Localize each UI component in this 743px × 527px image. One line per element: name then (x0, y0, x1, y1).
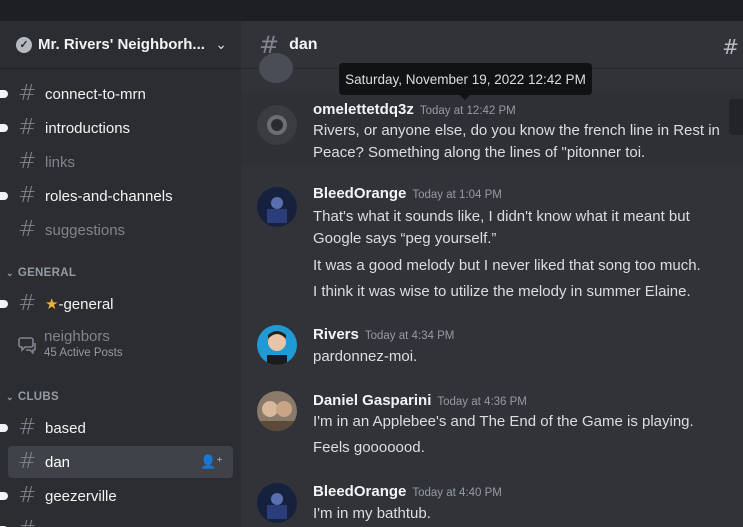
category-label: CLUBS (17, 391, 59, 403)
message-text: pardonnez-moi. (313, 348, 418, 365)
hash-icon: # (18, 519, 43, 527)
timestamp[interactable]: Today at 4:34 PM (365, 330, 455, 342)
star-emoji-icon: ★ (45, 296, 59, 313)
add-member-icon[interactable]: 👤⁺ (200, 454, 223, 470)
channel-dan[interactable]: # dan 👤⁺ (8, 446, 233, 478)
avatar (259, 53, 293, 83)
channel-label: roles-and-channels (45, 187, 173, 205)
channel-title: dan (289, 35, 318, 53)
unread-indicator (0, 124, 8, 132)
chat-area: # dan # omelettetdq3z Today at 12:42 PM R… (241, 21, 743, 527)
hash-icon: # (18, 115, 37, 140)
channel-label: suggestions (45, 221, 126, 239)
category-clubs[interactable]: ⌄ CLUBS (6, 391, 59, 403)
channel-geezerville[interactable]: # geezerville (0, 480, 233, 512)
threads-icon[interactable]: # (722, 35, 739, 59)
server-name: Mr. Rivers' Neighborh... (38, 36, 205, 53)
message-text: It was a good melody but I never liked t… (313, 257, 701, 274)
username[interactable]: Rivers (313, 326, 359, 343)
forum-name: neighbors (44, 328, 110, 345)
channel-introductions[interactable]: # introductions (0, 112, 233, 144)
hash-icon: # (18, 449, 37, 474)
hash-icon: # (18, 415, 37, 440)
avatar[interactable] (257, 105, 297, 145)
channel-sidebar: ✓ Mr. Rivers' Neighborh... ⌄ # connect-t… (0, 21, 241, 527)
avatar[interactable] (257, 187, 297, 227)
message-text: I'm in my bathtub. (313, 505, 431, 522)
channel-connect-to-mrn[interactable]: # connect-to-mrn (0, 78, 233, 110)
avatar[interactable] (257, 325, 297, 365)
verified-badge-icon: ✓ (16, 36, 32, 53)
message-text: Rivers, or anyone else, do you know the … (313, 122, 720, 139)
message-text: That's what it sounds like, I didn't kno… (313, 208, 690, 225)
channel-label: based (45, 419, 86, 437)
title-bar (0, 0, 743, 21)
message[interactable]: Rivers Today at 4:34 PM pardonnez-moi. (241, 321, 743, 373)
message-text: I'm in an Applebee's and The End of the … (313, 413, 694, 430)
hash-icon: # (18, 291, 37, 316)
chevron-down-icon: ⌄ (6, 391, 14, 402)
unread-indicator (0, 90, 8, 98)
scroll-handle[interactable] (729, 99, 743, 135)
username[interactable]: BleedOrange (313, 185, 406, 202)
channel-label: links (45, 153, 76, 171)
channel-suggestions[interactable]: # suggestions (8, 214, 233, 246)
category-general[interactable]: ⌄ GENERAL (6, 267, 76, 279)
timestamp[interactable]: Today at 4:40 PM (412, 487, 502, 499)
unread-indicator (0, 424, 8, 432)
channel-label: geezerville (45, 487, 117, 505)
username[interactable]: Daniel Gasparini (313, 392, 431, 409)
category-label: GENERAL (17, 267, 77, 279)
message-text: Feels gooooood. (313, 439, 425, 456)
message[interactable]: omelettetdq3z Today at 12:42 PM Rivers, o… (241, 93, 743, 165)
hash-icon: # (18, 217, 37, 242)
message-text: Peace? Something along the lines of "pit… (313, 144, 646, 161)
channel-next[interactable]: # (0, 514, 233, 527)
channel-label: -general (58, 296, 114, 313)
message[interactable]: BleedOrange Today at 4:40 PM I'm in my ba… (241, 479, 743, 527)
channel-label: connect-to-mrn (45, 85, 146, 103)
avatar[interactable] (257, 391, 297, 431)
channel-roles-and-channels[interactable]: # roles-and-channels (0, 180, 233, 212)
hash-icon: # (18, 149, 37, 174)
avatar[interactable] (257, 483, 297, 523)
username[interactable]: BleedOrange (313, 483, 406, 500)
channel-header: # dan # (241, 21, 743, 69)
channel-label: introductions (45, 119, 131, 137)
forum-neighbors[interactable]: neighbors 45 Active Posts (18, 328, 123, 359)
timestamp-tooltip: Saturday, November 19, 2022 12:42 PM (339, 63, 592, 100)
unread-indicator (0, 492, 8, 500)
message-text: I think it was wise to utilize the melod… (313, 283, 691, 300)
chevron-down-icon[interactable]: ⌄ (215, 36, 227, 53)
channel-links[interactable]: # links (8, 146, 233, 178)
hash-icon: # (18, 483, 37, 508)
chevron-down-icon: ⌄ (6, 267, 14, 278)
channel-general[interactable]: # ★-general (0, 288, 233, 320)
channel-label: dan (45, 453, 71, 471)
timestamp[interactable]: Today at 12:42 PM (420, 105, 516, 117)
hash-icon: # (18, 183, 37, 208)
username[interactable]: omelettetdq3z (313, 101, 414, 118)
timestamp[interactable]: Today at 4:36 PM (437, 396, 527, 408)
forum-icon (18, 337, 36, 354)
server-header[interactable]: ✓ Mr. Rivers' Neighborh... ⌄ (0, 21, 241, 69)
channel-based[interactable]: # based (0, 412, 233, 444)
forum-active-posts: 45 Active Posts (44, 347, 123, 359)
hash-icon: # (18, 81, 37, 106)
message[interactable]: BleedOrange Today at 1:04 PM That's what … (241, 181, 743, 305)
unread-indicator (0, 192, 8, 200)
timestamp[interactable]: Today at 1:04 PM (412, 189, 502, 201)
message[interactable]: Daniel Gasparini Today at 4:36 PM I'm in … (241, 387, 743, 463)
unread-indicator (0, 300, 8, 308)
message-text: Google says “peg yourself.” (313, 230, 497, 247)
